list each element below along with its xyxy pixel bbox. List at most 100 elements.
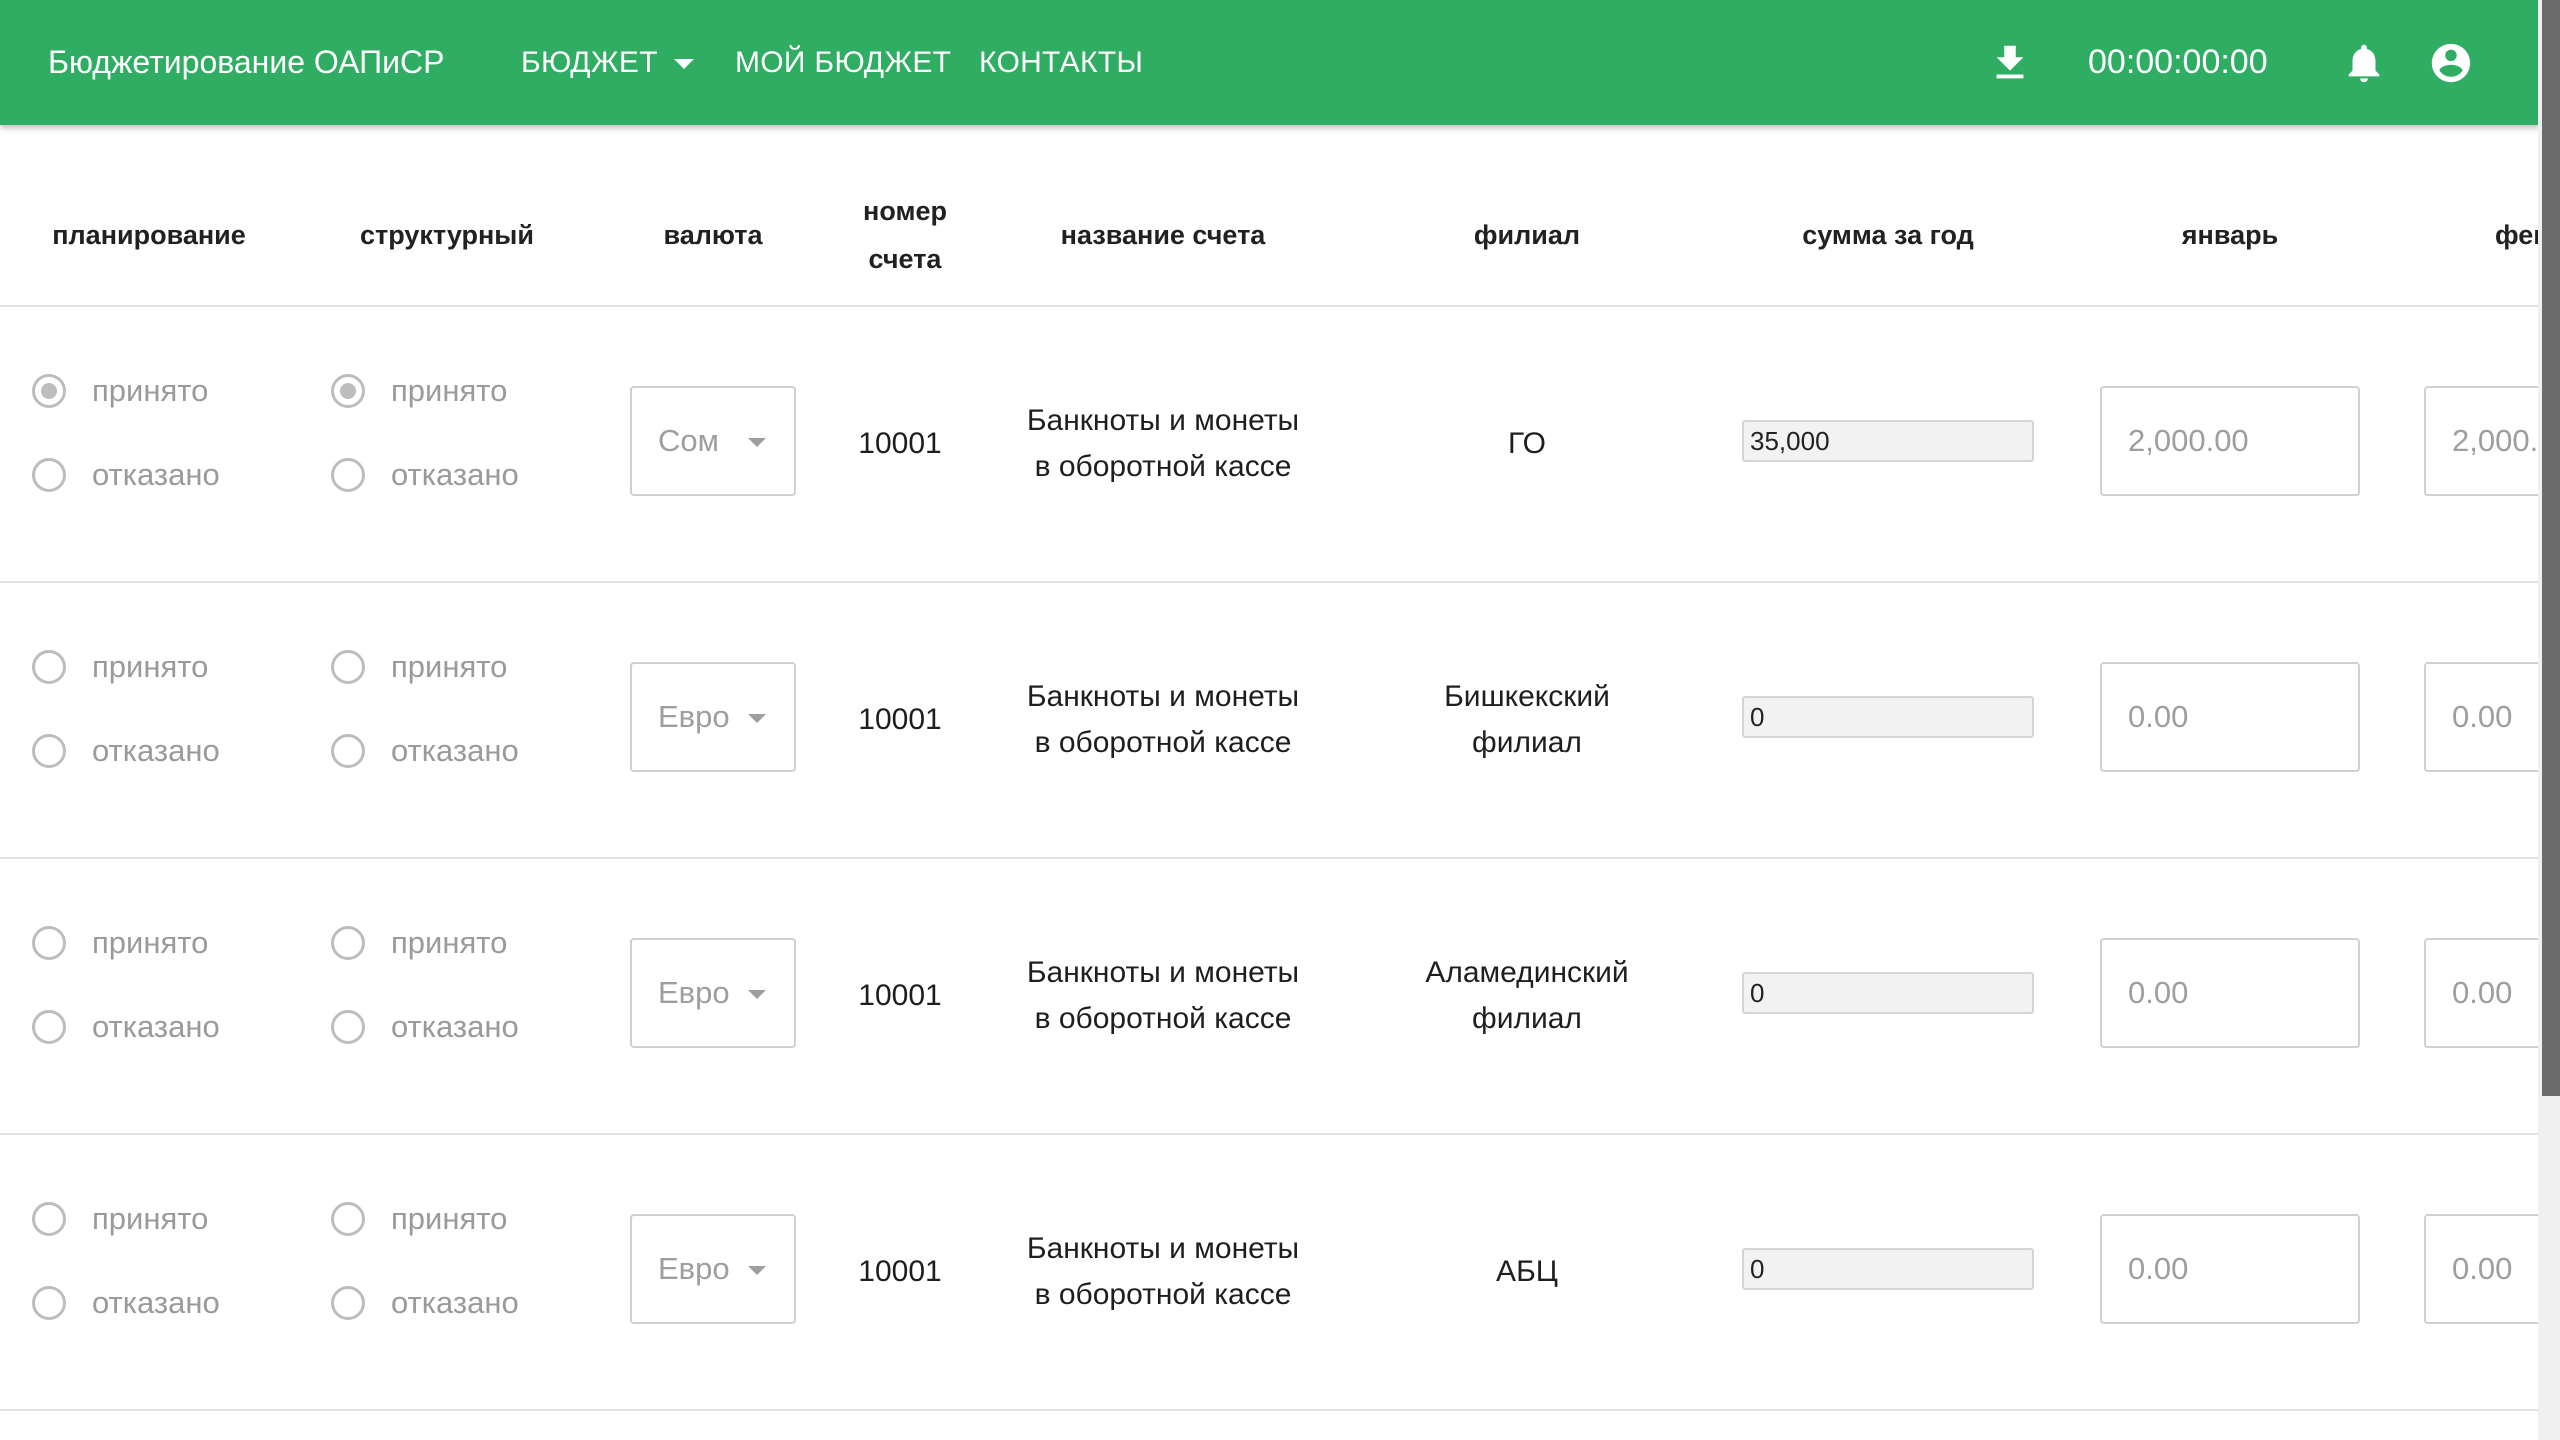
planning-rejected-radio[interactable]: отказано bbox=[32, 1009, 220, 1045]
radio-unselected-icon bbox=[331, 458, 365, 492]
currency-value: Евро bbox=[658, 1251, 730, 1286]
branch-name-line2: филиал bbox=[1472, 1002, 1582, 1035]
nav-my-budget[interactable]: МОЙ БЮДЖЕТ bbox=[735, 0, 951, 125]
structural-rejected-radio[interactable]: отказано bbox=[331, 1285, 519, 1321]
header-february: фев bbox=[2495, 220, 2538, 250]
planning-accepted-radio[interactable]: принято bbox=[32, 1201, 208, 1237]
caret-down-icon bbox=[748, 1266, 766, 1275]
account-name-line1: Банкноты и монеты bbox=[1026, 680, 1300, 713]
radio-unselected-icon bbox=[32, 458, 66, 492]
header-account-number-line2: счета bbox=[868, 244, 942, 274]
account-name-line2: в оборотной кассе bbox=[1034, 1278, 1292, 1311]
nav-contacts[interactable]: КОНТАКТЫ bbox=[979, 0, 1143, 125]
app-title[interactable]: Бюджетирование ОАПиСР bbox=[48, 0, 444, 125]
radio-unselected-icon bbox=[331, 734, 365, 768]
account-name-line2: в оборотной кассе bbox=[1034, 1002, 1292, 1035]
caret-down-icon bbox=[748, 438, 766, 447]
branch-name: ГО bbox=[1508, 307, 1546, 581]
radio-label: принято bbox=[391, 649, 508, 684]
year-sum-field: 0 bbox=[1742, 972, 2034, 1014]
structural-rejected-radio[interactable]: отказано bbox=[331, 733, 519, 769]
header-branch: филиал bbox=[1473, 220, 1581, 250]
planning-rejected-radio[interactable]: отказано bbox=[32, 457, 220, 493]
header-january: январь bbox=[2181, 220, 2279, 250]
currency-select[interactable]: Евро bbox=[630, 662, 796, 772]
currency-select[interactable]: Евро bbox=[630, 938, 796, 1048]
planning-rejected-radio[interactable]: отказано bbox=[32, 733, 220, 769]
branch-name-line1: Бишкекский bbox=[1444, 680, 1610, 713]
radio-unselected-icon bbox=[331, 650, 365, 684]
radio-unselected-icon bbox=[32, 650, 66, 684]
radio-label: отказано bbox=[391, 1009, 519, 1044]
caret-down-icon bbox=[673, 59, 694, 70]
february-input[interactable]: 0.00 bbox=[2424, 938, 2538, 1048]
planning-accepted-radio[interactable]: принято bbox=[32, 649, 208, 685]
account-name-line1: Банкноты и монеты bbox=[1026, 956, 1300, 989]
structural-rejected-radio[interactable]: отказано bbox=[331, 1009, 519, 1045]
currency-value: Евро bbox=[658, 699, 730, 734]
currency-value: Евро bbox=[658, 975, 730, 1010]
planning-accepted-radio[interactable]: принято bbox=[32, 373, 208, 409]
radio-unselected-icon bbox=[331, 1010, 365, 1044]
radio-unselected-icon bbox=[32, 1202, 66, 1236]
structural-accepted-radio[interactable]: принято bbox=[331, 1201, 507, 1237]
radio-label: отказано bbox=[391, 733, 519, 768]
radio-unselected-icon bbox=[331, 1202, 365, 1236]
structural-accepted-radio[interactable]: принято bbox=[331, 925, 507, 961]
radio-label: отказано bbox=[92, 457, 220, 492]
year-sum-field: 0 bbox=[1742, 1248, 2034, 1290]
account-number: 10001 bbox=[858, 703, 942, 736]
february-input[interactable]: 0.00 bbox=[2424, 662, 2538, 772]
january-input[interactable]: 0.00 bbox=[2100, 938, 2360, 1048]
radio-label: принято bbox=[92, 373, 209, 408]
radio-label: отказано bbox=[391, 457, 519, 492]
bell-icon[interactable] bbox=[2341, 40, 2387, 86]
caret-down-icon bbox=[748, 714, 766, 723]
radio-label: принято bbox=[92, 1201, 209, 1236]
radio-unselected-icon bbox=[32, 1286, 66, 1320]
account-name-line2: в оборотной кассе bbox=[1034, 450, 1292, 483]
january-input[interactable]: 0.00 bbox=[2100, 662, 2360, 772]
download-icon[interactable] bbox=[1987, 40, 2033, 86]
radio-unselected-icon bbox=[32, 734, 66, 768]
header-account-name: название счета bbox=[1060, 220, 1266, 250]
february-input[interactable]: 0.00 bbox=[2424, 1214, 2538, 1324]
table-row: принято отказано принято отказано Евро 1… bbox=[0, 1135, 2538, 1409]
currency-select[interactable]: Сом bbox=[630, 386, 796, 496]
account-name: Банкноты и монеты в оборотной кассе bbox=[1027, 307, 1299, 581]
header-account-number-line1: номер bbox=[863, 196, 947, 226]
table-row: принято отказано принято отказано Евро 1… bbox=[0, 859, 2538, 1133]
january-input[interactable]: 2,000.00 bbox=[2100, 386, 2360, 496]
header-planning: планирование bbox=[52, 220, 246, 250]
year-sum-field: 0 bbox=[1742, 696, 2034, 738]
radio-selected-icon bbox=[32, 374, 66, 408]
account-name-line2: в оборотной кассе bbox=[1034, 726, 1292, 759]
radio-label: отказано bbox=[391, 1285, 519, 1320]
january-input[interactable]: 0.00 bbox=[2100, 1214, 2360, 1324]
budget-table: планирование структурный валюта номер сч… bbox=[0, 125, 2538, 1440]
currency-value: Сом bbox=[658, 423, 719, 458]
february-input[interactable]: 2,000. bbox=[2424, 386, 2538, 496]
table-row: принято отказано принято отказано Евро 1… bbox=[0, 583, 2538, 857]
account-circle-icon[interactable] bbox=[2428, 40, 2474, 86]
structural-rejected-radio[interactable]: отказано bbox=[331, 457, 519, 493]
account-number: 10001 bbox=[858, 427, 942, 460]
account-name: Банкноты и монеты в оборотной кассе bbox=[1027, 583, 1299, 857]
nav-budget-dropdown[interactable]: БЮДЖЕТ bbox=[521, 0, 694, 125]
app-bar: Бюджетирование ОАПиСР БЮДЖЕТ МОЙ БЮДЖЕТ … bbox=[0, 0, 2540, 125]
row-divider bbox=[0, 1409, 2538, 1411]
radio-label: принято bbox=[92, 649, 209, 684]
structural-accepted-radio[interactable]: принято bbox=[331, 649, 507, 685]
currency-select[interactable]: Евро bbox=[630, 1214, 796, 1324]
branch-name-line1: Аламединский bbox=[1425, 956, 1629, 989]
account-name: Банкноты и монеты в оборотной кассе bbox=[1027, 859, 1299, 1133]
branch-name-line2: филиал bbox=[1472, 726, 1582, 759]
planning-accepted-radio[interactable]: принято bbox=[32, 925, 208, 961]
radio-unselected-icon bbox=[331, 1286, 365, 1320]
radio-selected-icon bbox=[331, 374, 365, 408]
vertical-scrollbar-thumb[interactable] bbox=[2542, 0, 2560, 1096]
planning-rejected-radio[interactable]: отказано bbox=[32, 1285, 220, 1321]
header-structural: структурный bbox=[360, 220, 534, 250]
radio-unselected-icon bbox=[331, 926, 365, 960]
structural-accepted-radio[interactable]: принято bbox=[331, 373, 507, 409]
